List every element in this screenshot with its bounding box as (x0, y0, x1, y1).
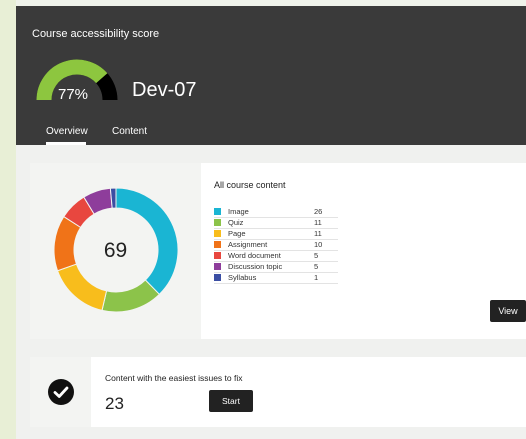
legend-swatch (214, 274, 221, 281)
legend-swatch (214, 252, 221, 259)
legend-swatch (214, 208, 221, 215)
content-summary-card: 69 All course content Image 26 Quiz 11 Pag… (30, 163, 526, 339)
legend-swatch (214, 241, 221, 248)
header-banner: Course accessibility score 77% Dev-07 Ov… (16, 6, 526, 145)
donut-slice-quiz (101, 279, 161, 313)
legend-label: Word document (228, 251, 281, 260)
donut-panel: 69 (30, 163, 201, 339)
legend-count: 10 (314, 240, 323, 249)
legend-row: Page 11 (214, 229, 338, 240)
header-title: Course accessibility score (32, 28, 160, 40)
legend-row: Assignment 10 (214, 240, 338, 251)
legend-label: Page (228, 229, 246, 238)
legend-count: 1 (314, 273, 319, 282)
legend-count: 26 (314, 207, 323, 216)
legend-count: 5 (314, 251, 319, 260)
left-margin-strip (0, 0, 16, 439)
easiest-issues-title: Content with the easiest issues to fix (105, 373, 243, 383)
easiest-issues-card: Content with the easiest issues to fix 2… (30, 357, 526, 427)
legend-count: 11 (314, 229, 322, 238)
total-content-count: 69 (103, 239, 128, 262)
legend-swatch (214, 263, 221, 270)
legend-count: 11 (314, 218, 322, 227)
legend-swatch (214, 219, 221, 226)
tab-overview[interactable]: Overview (46, 126, 88, 137)
legend-label: Syllabus (228, 273, 257, 282)
legend-label: Quiz (228, 218, 244, 227)
legend-row: Image 26 (214, 207, 338, 218)
easiest-issues-count: 23 (105, 394, 124, 413)
view-button[interactable]: View (490, 300, 526, 322)
legend-label: Image (228, 207, 249, 216)
legend-row: Quiz 11 (214, 218, 338, 229)
legend-count: 5 (314, 262, 319, 271)
legend-label: Assignment (228, 240, 268, 249)
checkmark-circle-icon (48, 379, 74, 405)
legend-row: Discussion topic 5 (214, 262, 338, 273)
course-name: Dev-07 (132, 79, 197, 101)
check-panel (30, 357, 91, 427)
legend-row: Word document 5 (214, 251, 338, 262)
content-card-title: All course content (214, 180, 286, 190)
donut-slice-page (56, 263, 108, 312)
content-legend: Image 26 Quiz 11 Page 11 Assignment 10 Word … (214, 207, 338, 284)
legend-swatch (214, 230, 221, 237)
tab-content[interactable]: Content (112, 126, 147, 137)
legend-label: Discussion topic (228, 262, 283, 271)
score-percent: 77% (58, 86, 89, 103)
legend-row: Syllabus 1 (214, 273, 338, 284)
start-button[interactable]: Start (209, 390, 253, 412)
